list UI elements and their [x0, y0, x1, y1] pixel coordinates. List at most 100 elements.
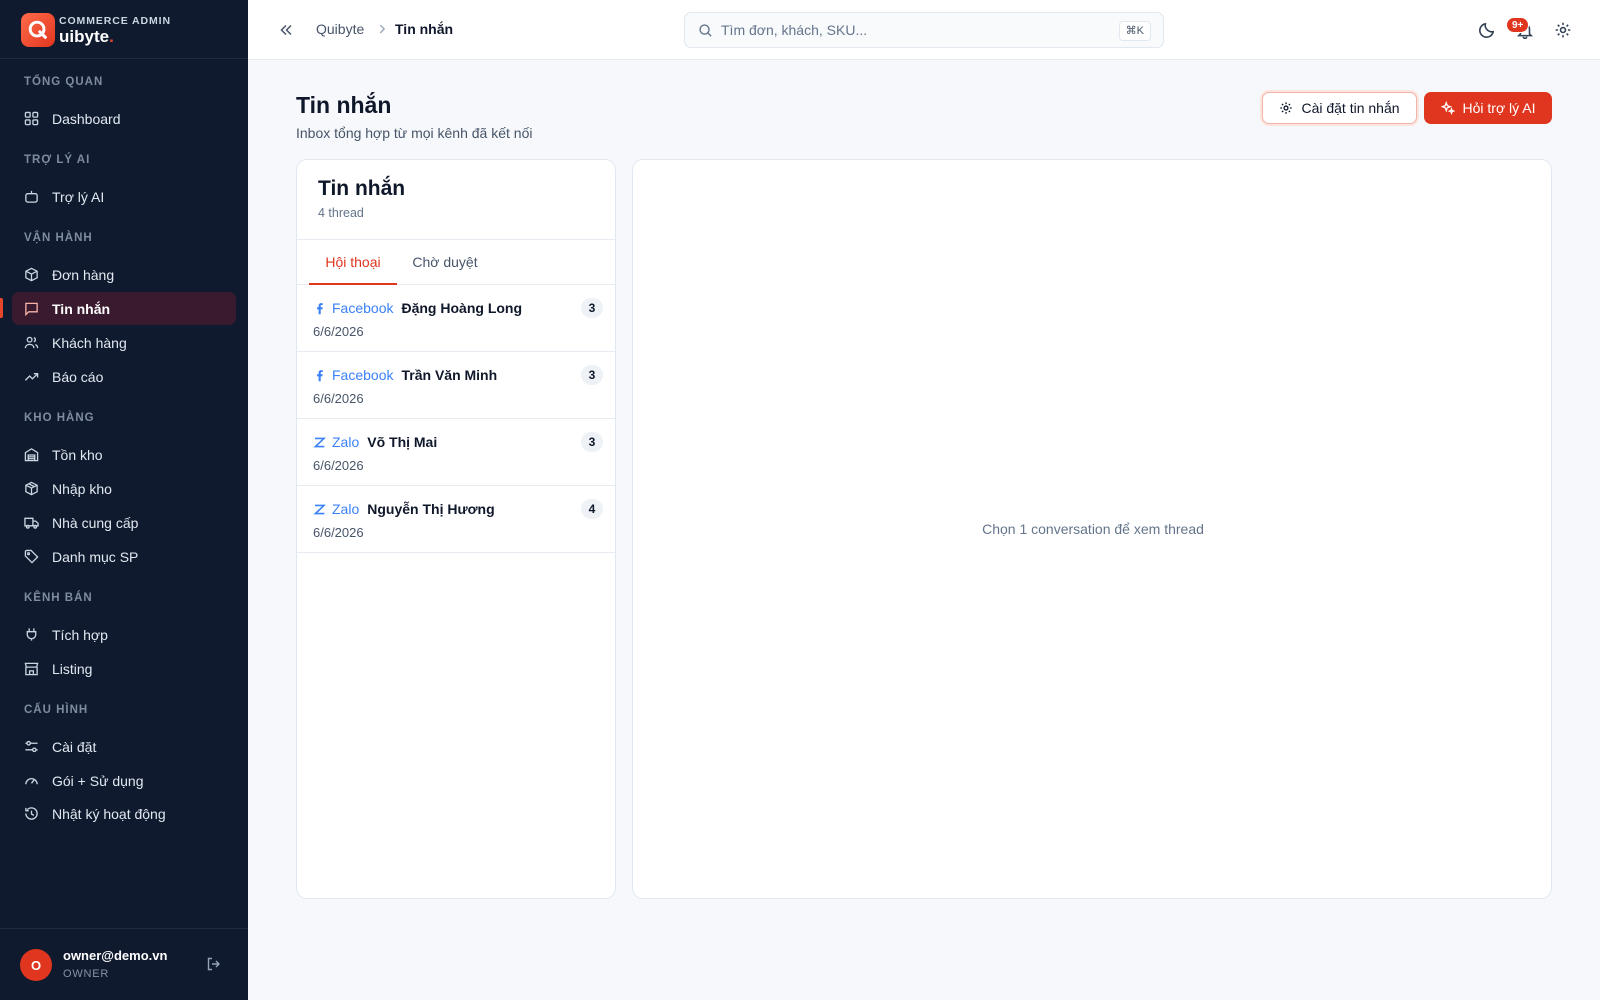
gear-icon[interactable] [1554, 21, 1572, 39]
zalo-icon [313, 437, 326, 447]
page-title: Tin nhắn [296, 92, 392, 118]
sidebar-item-label: Khách hàng [52, 334, 127, 351]
thread-date: 6/6/2026 [313, 391, 364, 406]
history-icon [25, 807, 38, 820]
thread-row[interactable]: Facebook Đặng Hoàng Long 6/6/2026 3 [297, 285, 615, 352]
search-box[interactable]: ⌘K [684, 12, 1164, 48]
tab-pending-review[interactable]: Chờ duyệt [406, 240, 484, 285]
sidebar-item-label: Gói + Sử dụng [52, 772, 144, 789]
sidebar-item-label: Nhật ký hoạt động [52, 805, 166, 822]
sidebar-item-inventory[interactable]: Tồn kho [12, 438, 236, 471]
gear-icon [1280, 102, 1293, 114]
section-label-warehouse: KHO HÀNG [24, 412, 95, 424]
sidebar-item-integrations[interactable]: Tích hợp [12, 618, 236, 651]
sidebar-item-label: Dashboard [52, 110, 121, 127]
channel-name: Zalo [332, 434, 360, 450]
page-subtitle: Inbox tổng hợp từ mọi kênh đã kết nối [296, 125, 533, 141]
thread-list-title: Tin nhắn [318, 177, 406, 200]
sidebar-item-reports[interactable]: Báo cáo [12, 360, 236, 393]
sidebar-item-label: Tích hợp [52, 626, 108, 643]
moon-icon[interactable] [1478, 21, 1496, 39]
sidebar-item-label: Đơn hàng [52, 266, 115, 283]
avatar: O [20, 949, 52, 981]
sidebar-item-ai-assistant[interactable]: Trợ lý AI [12, 180, 236, 213]
customer-name: Đặng Hoàng Long [401, 300, 523, 316]
thread-row[interactable]: Zalo Nguyễn Thị Hương 6/6/2026 4 [297, 486, 615, 553]
package-in-icon [25, 481, 38, 496]
zalo-icon [313, 504, 326, 514]
thread-detail-panel: Chọn 1 conversation để xem thread [632, 159, 1552, 899]
brand[interactable]: COMMERCE ADMIN uibyte. [21, 13, 171, 47]
sidebar-item-label: Tin nhắn [52, 300, 111, 317]
dashboard-icon [24, 111, 39, 126]
tab-conversations[interactable]: Hội thoại [309, 240, 397, 285]
sidebar-item-label: Tồn kho [52, 446, 103, 463]
store-icon [24, 662, 39, 676]
thread-list-panel: Tin nhắn 4 thread Hội thoại Chờ duyệt Fa… [296, 159, 616, 899]
collapse-sidebar-icon[interactable] [278, 22, 294, 38]
gauge-icon [25, 778, 38, 785]
sidebar-item-label: Danh mục SP [52, 548, 139, 565]
message-settings-button[interactable]: Cài đặt tin nhắn [1262, 92, 1417, 124]
notification-badge: 9+ [1506, 17, 1530, 33]
user-profile[interactable]: O owner@demo.vn OWNER [20, 948, 167, 982]
sidebar-item-label: Listing [52, 660, 93, 677]
tag-icon [24, 549, 39, 564]
message-count-badge: 3 [581, 298, 603, 318]
sidebar-item-customers[interactable]: Khách hàng [12, 326, 236, 359]
sparkles-icon [1440, 101, 1455, 115]
thread-row[interactable]: Zalo Võ Thị Mai 6/6/2026 3 [297, 419, 615, 486]
thread-row[interactable]: Facebook Trần Văn Minh 6/6/2026 3 [297, 352, 615, 419]
message-count-badge: 3 [581, 432, 603, 452]
sidebar-item-label: Trợ lý AI [52, 188, 105, 205]
sidebar-item-activity-log[interactable]: Nhật ký hoạt động [12, 797, 236, 830]
user-email: owner@demo.vn [63, 948, 168, 963]
channel-name: Facebook [332, 300, 394, 316]
facebook-icon [317, 369, 323, 381]
sidebar-item-plan-usage[interactable]: Gói + Sử dụng [12, 764, 236, 797]
sidebar-item-orders[interactable]: Đơn hàng [12, 258, 236, 291]
sidebar-item-listing[interactable]: Listing [12, 652, 236, 685]
search-icon [699, 23, 712, 37]
trending-icon [24, 373, 39, 381]
sidebar-item-label: Nhập kho [52, 480, 112, 497]
message-settings-label: Cài đặt tin nhắn [1301, 100, 1400, 116]
section-label-operations: VẬN HÀNH [24, 232, 93, 244]
sliders-icon [25, 740, 38, 753]
thread-date: 6/6/2026 [313, 525, 364, 540]
brand-name: uibyte. [59, 26, 114, 46]
logout-icon[interactable] [206, 956, 222, 972]
message-count-badge: 3 [581, 365, 603, 385]
sidebar-item-messages[interactable]: Tin nhắn [12, 292, 236, 325]
thread-count: 4 thread [318, 206, 364, 220]
section-label-ai: TRỢ LÝ AI [24, 154, 91, 166]
search-shortcut-hint: ⌘K [1118, 21, 1151, 41]
customer-name: Nguyễn Thị Hương [367, 501, 495, 517]
search-input[interactable] [721, 22, 1101, 38]
sidebar-item-catalog[interactable]: Danh mục SP [12, 540, 236, 573]
brand-subtitle: COMMERCE ADMIN [59, 14, 171, 27]
sidebar: COMMERCE ADMIN uibyte. TỔNG QUAN Dashboa… [0, 0, 248, 1000]
sidebar-divider [0, 928, 248, 929]
message-count-badge: 4 [581, 499, 603, 519]
breadcrumb-root[interactable]: Quibyte [316, 21, 364, 37]
sidebar-item-stock-in[interactable]: Nhập kho [12, 472, 236, 505]
thread-tabs: Hội thoại Chờ duyệt [297, 239, 615, 285]
ask-ai-label: Hỏi trợ lý AI [1462, 100, 1536, 116]
plug-icon [26, 628, 37, 641]
topbar: Quibyte Tin nhắn ⌘K 9+ [248, 0, 1600, 60]
user-role: OWNER [63, 968, 110, 980]
sidebar-item-suppliers[interactable]: Nhà cung cấp [12, 506, 236, 539]
channel-name: Zalo [332, 501, 360, 517]
customer-name: Trần Văn Minh [401, 367, 498, 383]
sidebar-item-dashboard[interactable]: Dashboard [12, 102, 236, 135]
sidebar-item-settings[interactable]: Cài đặt [12, 730, 236, 763]
breadcrumb-current: Tin nhắn [395, 21, 454, 37]
sidebar-item-label: Báo cáo [52, 368, 104, 385]
users-icon [24, 336, 39, 349]
chevron-right-icon [379, 24, 386, 34]
sidebar-item-label: Cài đặt [52, 738, 97, 755]
ask-ai-button[interactable]: Hỏi trợ lý AI [1424, 92, 1552, 124]
warehouse-icon [24, 448, 39, 462]
channel-name: Facebook [332, 367, 394, 383]
